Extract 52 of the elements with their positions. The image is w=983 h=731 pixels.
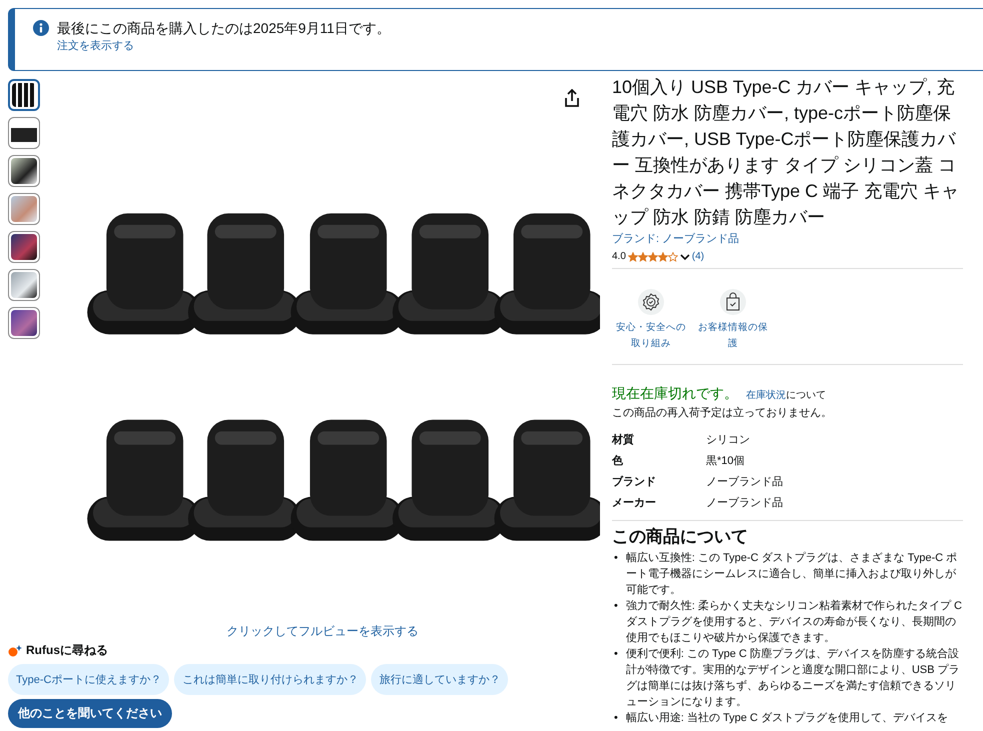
restock-note: この商品の再入荷予定は立っておりません。 bbox=[612, 406, 833, 420]
suggested-question[interactable]: 旅行に適していますか？ bbox=[371, 664, 508, 695]
trust-badge-link[interactable]: お客様情報の保護 bbox=[694, 320, 772, 352]
suggested-question[interactable]: これは簡単に取り付けられますか？ bbox=[174, 664, 366, 695]
bullet-marker: • bbox=[614, 647, 618, 662]
thumbnail[interactable] bbox=[8, 231, 40, 263]
view-order-link[interactable]: 注文を表示する bbox=[57, 38, 134, 53]
brand-link[interactable]: ブランド: ノーブランド品 bbox=[612, 231, 740, 246]
bullet-marker: • bbox=[614, 551, 618, 566]
suggested-question[interactable]: Type-Cポートに使えますか？ bbox=[8, 664, 170, 695]
spec-value: ノーブランド品 bbox=[706, 474, 784, 489]
review-count-link[interactable]: (4) bbox=[692, 251, 704, 262]
thumbnail[interactable] bbox=[8, 307, 40, 339]
star-icon bbox=[658, 252, 668, 262]
info-icon bbox=[33, 20, 49, 36]
seal-check-icon bbox=[638, 289, 664, 315]
bullet-marker: • bbox=[614, 711, 618, 726]
spec-label: ブランド bbox=[612, 474, 657, 489]
feature-bullet: 幅広い用途: 当社の Type C ダストプラグを使用して、デバイスを bbox=[626, 710, 948, 726]
bag-check-icon bbox=[720, 289, 746, 315]
spec-label: 色 bbox=[612, 454, 624, 468]
stock-status-link[interactable]: 在庫状況 bbox=[746, 390, 786, 401]
rufus-icon bbox=[8, 644, 22, 656]
thumbnail[interactable] bbox=[8, 155, 40, 187]
spec-value: 黒*10個 bbox=[706, 454, 746, 468]
stock-info-text: 在庫状況について bbox=[746, 388, 826, 402]
about-heading: この商品について bbox=[612, 527, 749, 547]
feature-bullet: 幅広い互換性: この Type-C ダストプラグは、さまざまな Type-C ポート電子機器にシームレスに適合し、簡単に挿入および取り外しが可能です。 bbox=[626, 550, 958, 598]
spec-label: 材質 bbox=[612, 432, 635, 447]
thumbnail[interactable] bbox=[8, 117, 40, 149]
spec-value: シリコン bbox=[706, 433, 751, 447]
purchase-notice-text: 最後にこの商品を購入したのは2025年9月11日です。 bbox=[57, 19, 390, 37]
rating-value: 4.0 bbox=[612, 251, 626, 262]
spec-label: メーカー bbox=[612, 496, 657, 510]
chevron-down-icon bbox=[680, 252, 690, 260]
availability-status: 現在在庫切れです。 bbox=[612, 385, 738, 403]
rufus-heading: Rufusに尋ねる bbox=[26, 642, 108, 659]
thumbnail[interactable] bbox=[8, 269, 40, 301]
bullet-marker: • bbox=[614, 599, 618, 614]
star-icon bbox=[638, 252, 648, 262]
thumbnail[interactable] bbox=[8, 193, 40, 225]
ask-question-button[interactable]: 他のことを聞いてください bbox=[8, 699, 172, 728]
product-title: 10個入り USB Type-C カバー キャップ, 充電穴 防水 防塵カバー, type-cポート防塵保護カバー, USB Type-Cポート防塵保護カバー 互換性があります タイプ シリコン蓋 コネクタカバー 携帯Type C 端子 充電穴 キャップ 防水 防錆 防塵カバー bbox=[612, 76, 960, 229]
spec-value: ノーブランド品 bbox=[706, 496, 784, 510]
star-icon bbox=[628, 252, 638, 262]
feature-bullet: 便利で便利: この Type C 防塵プラグは、デバイスを防塵する統合設計が特徴です。実用的なデザインと適度な開口部により、USB プラグは簡単には抜け落ちず、あらゆるニーズを満たす信頼できるソリューションになります。 bbox=[626, 646, 961, 710]
thumbnail[interactable] bbox=[8, 79, 40, 111]
star-icon bbox=[648, 252, 658, 262]
feature-bullet: 強力で耐久性: 柔らかく丈夫なシリコン粘着素材で作られたタイプ C ダストプラグを使用すると、デバイスの寿命が長くなり、長期間の使用でもほこりや破片から保護できます。 bbox=[626, 598, 963, 646]
trust-badge-link[interactable]: 安心・安全への取り組み bbox=[612, 320, 690, 352]
share-icon[interactable] bbox=[564, 89, 580, 107]
full-view-link[interactable]: クリックしてフルビューを表示する bbox=[45, 623, 600, 640]
